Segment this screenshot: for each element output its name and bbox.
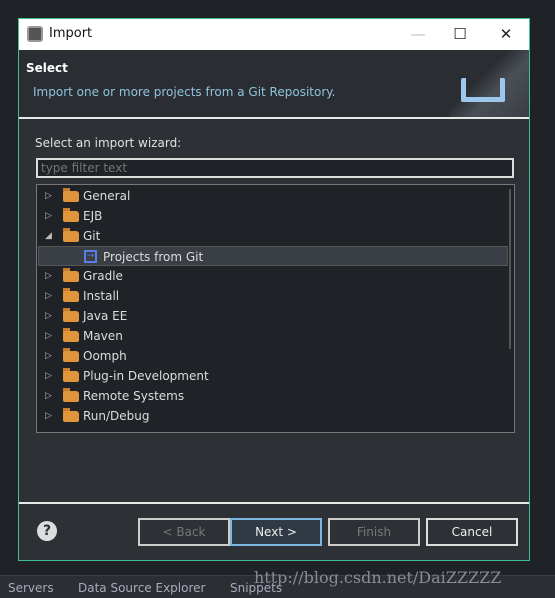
tree-item[interactable]: ▷ Run/Debug [37,406,504,426]
filter-input[interactable] [36,158,514,178]
tree-item[interactable]: ▷ EJB [37,206,504,226]
finish-button[interactable]: Finish [328,518,420,546]
collapsed-arrow-icon[interactable]: ▷ [45,266,52,286]
collapsed-arrow-icon[interactable]: ▷ [45,366,52,386]
tab-servers[interactable]: Servers [8,581,54,595]
tree-item[interactable]: ▷ Java EE [37,306,504,326]
expanded-arrow-icon[interactable]: ◢ [45,226,52,246]
collapsed-arrow-icon[interactable]: ▷ [45,186,52,206]
watermark: http://blog.csdn.net/DaiZZZZZ [254,568,502,587]
separator [19,502,529,504]
tree-item[interactable]: ▷ Plug-in Development [37,366,504,386]
collapsed-arrow-icon[interactable]: ▷ [45,406,52,426]
tree-item-label: Gradle [83,269,123,283]
tree-item-label: Run/Debug [83,409,150,423]
folder-icon [63,268,79,282]
tree-item[interactable]: ◢ Git [37,226,504,246]
tree-item-label: Git [83,229,101,243]
cancel-button[interactable]: Cancel [426,518,518,546]
import-banner-icon [449,50,529,117]
folder-icon [63,208,79,222]
tab-data-source-explorer[interactable]: Data Source Explorer [78,581,205,595]
folder-icon [63,288,79,302]
minimize-button[interactable]: — [403,23,433,45]
collapsed-arrow-icon[interactable]: ▷ [45,326,52,346]
tree-item[interactable]: ▷ Remote Systems [37,386,504,406]
tree-item[interactable]: ▷ General [37,186,504,206]
tree-item-label: Oomph [83,349,127,363]
collapsed-arrow-icon[interactable]: ▷ [45,386,52,406]
collapsed-arrow-icon[interactable]: ▷ [45,206,52,226]
wizard-label: Select an import wizard: [35,136,182,150]
tree-item-label: Java EE [83,309,128,323]
folder-icon [63,348,79,362]
tree-item[interactable]: ▷ Install [37,286,504,306]
tree-item-label: Remote Systems [83,389,185,403]
tree-item[interactable]: ▷ Oomph [37,346,504,366]
wizard-header: Select Import one or more projects from … [19,50,529,119]
page-title: Select [26,61,68,75]
tree-item-label: General [83,189,131,203]
collapsed-arrow-icon[interactable]: ▷ [45,286,52,306]
tree-item-label: Plug-in Development [83,369,209,383]
tree-item[interactable]: ▷ Maven [37,326,504,346]
folder-icon [63,328,79,342]
tree-item-label: Install [83,289,120,303]
tree-item-label: Maven [83,329,123,343]
folder-icon [63,228,79,242]
import-dialog: Import — ☐ ✕ Select Import one or more p… [18,18,530,561]
scrollbar[interactable] [509,189,511,349]
tree-item-label: EJB [83,209,103,223]
collapsed-arrow-icon[interactable]: ▷ [45,346,52,366]
tree-item-label: Projects from Git [103,250,204,264]
maximize-button[interactable]: ☐ [445,23,475,45]
folder-icon [63,368,79,382]
eclipse-icon [27,26,43,42]
window-title: Import [49,26,93,41]
folder-icon [63,408,79,422]
title-bar: Import — ☐ ✕ [19,19,529,50]
folder-icon [63,188,79,202]
import-icon: → [84,250,97,263]
close-button[interactable]: ✕ [491,23,521,45]
tree-item[interactable]: → Projects from Git [38,246,508,266]
folder-icon [63,308,79,322]
wizard-tree: ▷ General ▷ EJB ◢ Git → Projects from Git ▷ Gradl… [36,184,515,433]
next-button[interactable]: Next > [230,518,322,546]
tree-item[interactable]: ▷ Gradle [37,266,504,286]
page-description: Import one or more projects from a Git R… [33,85,336,99]
collapsed-arrow-icon[interactable]: ▷ [45,306,52,326]
folder-icon [63,388,79,402]
help-icon[interactable]: ? [37,521,57,541]
back-button[interactable]: < Back [138,518,230,546]
